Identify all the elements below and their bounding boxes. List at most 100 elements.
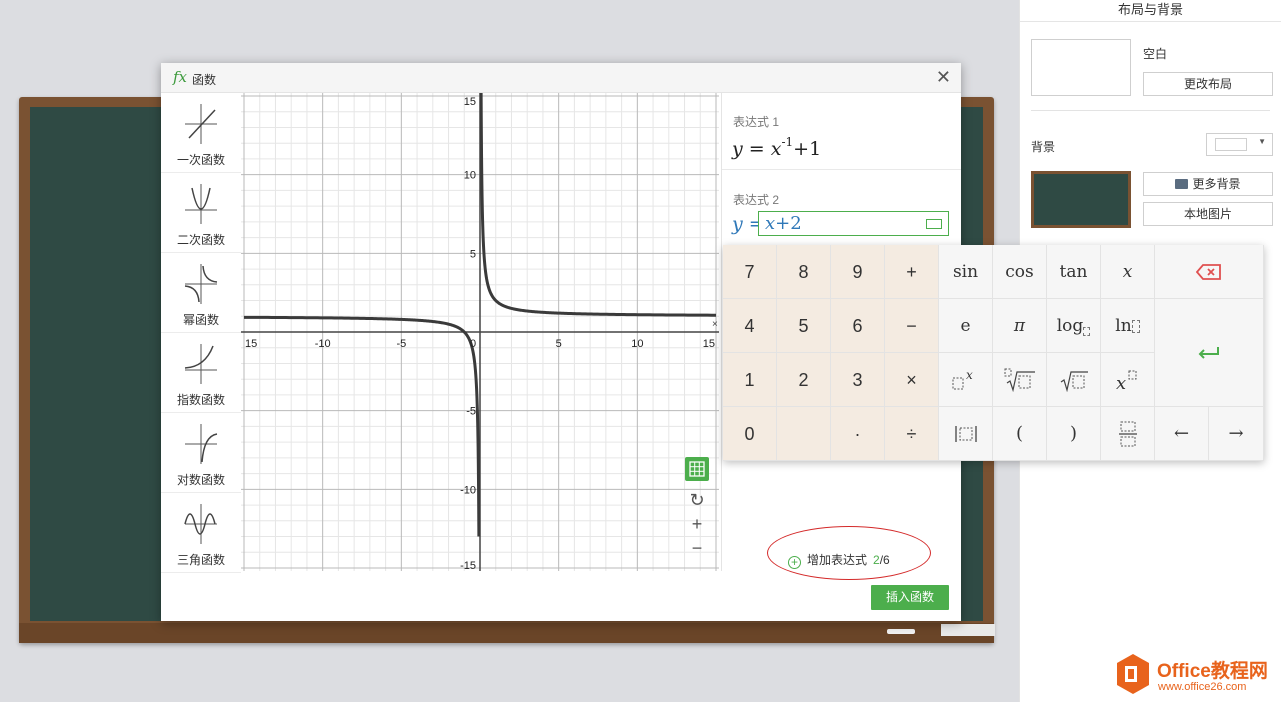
local-image-button[interactable]: 本地图片 [1143,202,1273,226]
key-2[interactable]: 2 [777,353,831,407]
key-9[interactable]: 9 [831,245,885,299]
highlight-annotation [767,526,931,580]
key-cos[interactable]: cos [993,245,1047,299]
formula-eq: = [748,138,765,160]
formula-rest: +1 [793,138,822,160]
key-x-label: x [1122,262,1133,282]
key-log-label: log [1056,316,1084,336]
key-abs[interactable] [939,407,993,461]
category-power[interactable]: 幂函数 [161,253,241,333]
key-pi-label: π [1013,316,1026,336]
key-x[interactable]: x [1101,245,1155,299]
key-times[interactable]: × [885,353,939,407]
y-tick-label: 15 [464,96,476,108]
grid-icon [689,461,705,477]
category-quadratic[interactable]: 二次函数 [161,173,241,253]
x-axis-arrow: × [712,319,718,330]
key-plus[interactable]: + [885,245,939,299]
backspace-key[interactable] [1155,245,1264,299]
expression-formula: y = x-1+1 [732,135,821,160]
key-nth-root[interactable] [993,353,1047,407]
key-tan[interactable]: tan [1047,245,1101,299]
panel-title: 布局与背景 [1020,0,1281,22]
image-icon [1175,179,1189,189]
curve-branch-right [479,93,717,317]
key-sqrt[interactable] [1047,353,1101,407]
reset-view-icon[interactable]: ↻ [685,489,709,513]
trigonometric-function-icon [184,504,217,544]
category-logarithmic[interactable]: 对数函数 [161,413,241,493]
chevron-down-icon: ▼ [1258,137,1266,146]
placeholder-box-icon [1131,320,1140,333]
key-1[interactable]: 1 [723,353,777,407]
key-x-power[interactable]: x [1101,353,1155,407]
formula-y: y [732,138,743,160]
absolute-value-icon [954,426,977,442]
backspace-icon [1195,264,1221,280]
key-8[interactable]: 8 [777,245,831,299]
watermark-title: Office教程网 [1157,661,1268,682]
chalk [887,629,915,634]
key-log[interactable]: log [1047,299,1101,353]
formula-x: x [770,138,782,160]
key-4[interactable]: 4 [723,299,777,353]
key-7[interactable]: 7 [723,245,777,299]
key-left-paren[interactable]: ( [993,407,1047,461]
key-pi[interactable]: π [993,299,1047,353]
svg-text:x: x [1116,373,1126,391]
category-label: 对数函数 [176,473,225,487]
key-0[interactable]: 0 [723,407,777,461]
zoom-in-icon[interactable]: + [685,513,709,537]
key-sin[interactable]: sin [939,245,993,299]
sqrt-icon [1060,371,1088,393]
key-6[interactable]: 6 [831,299,885,353]
category-label: 指数函数 [176,393,225,407]
key-ln[interactable]: ln [1101,299,1155,353]
dialog-header: fx 函数 ✕ [161,63,961,93]
key-5[interactable]: 5 [777,299,831,353]
layout-thumbnail[interactable] [1031,39,1131,96]
background-thumbnail[interactable] [1031,171,1131,228]
y-tick-label: -10 [460,484,476,496]
dialog-title: 函数 [192,73,217,87]
key-power[interactable]: x [939,353,993,407]
formula-exponent: -1 [781,135,794,149]
fx-icon: fx [173,68,188,86]
category-trigonometric[interactable]: 三角函数 [161,493,241,573]
x-tick-label: 15 [245,338,257,350]
change-layout-button[interactable]: 更改布局 [1143,72,1273,96]
insert-function-button[interactable]: 插入函数 [871,585,949,610]
expression-1[interactable]: 表达式 1 y = x-1+1 [722,93,961,170]
more-backgrounds-button[interactable]: 更多背景 [1143,172,1273,196]
key-right-paren[interactable]: ) [1047,407,1101,461]
keyboard-icon[interactable] [926,219,942,229]
category-linear[interactable]: 一次函数 [161,93,241,173]
key-fraction[interactable] [1101,407,1155,461]
function-graph[interactable]: × 15 -10 -5 0 5 10 15 15 10 5 -5 -10 -15 [241,93,719,571]
y-tick-label: 10 [464,170,476,182]
category-label: 二次函数 [176,233,225,247]
key-cursor-left[interactable]: ← [1155,407,1209,461]
exponential-function-icon [184,344,217,384]
key-minus[interactable]: − [885,299,939,353]
expression-2-value: x+2 [765,213,802,234]
category-exponential[interactable]: 指数函数 [161,333,241,413]
key-cursor-right[interactable]: → [1209,407,1264,461]
zoom-out-icon[interactable]: − [685,537,709,561]
grid-toggle-button[interactable] [685,457,709,481]
expression-2-label: 表达式 2 [733,193,780,207]
power-function-icon [184,264,218,304]
key-e[interactable]: e [939,299,993,353]
quadratic-function-icon [185,184,217,224]
enter-key[interactable] [1155,299,1264,407]
expression-2-input[interactable]: x+2 [758,211,949,236]
category-label: 幂函数 [182,313,219,327]
blackboard-ledge [19,623,994,643]
logarithmic-function-icon [185,424,218,464]
close-icon[interactable]: ✕ [936,67,951,88]
background-color-dropdown[interactable]: ▼ [1206,133,1273,156]
power-template-icon: x [952,368,973,390]
key-3[interactable]: 3 [831,353,885,407]
key-dot[interactable]: · [831,407,885,461]
key-divide[interactable]: ÷ [885,407,939,461]
